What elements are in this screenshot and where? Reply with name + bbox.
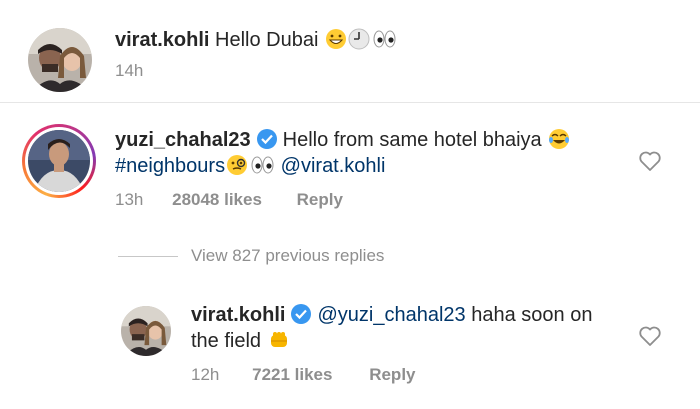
comment-username[interactable]: virat.kohli — [115, 29, 209, 51]
comment-text: Hello Dubai — [215, 29, 319, 51]
comment-2-body-line2: #neighbours @virat.kohli — [115, 153, 385, 183]
reply-timestamp: 12h — [191, 365, 220, 384]
likes-count[interactable]: 28048 likes — [172, 190, 262, 209]
reply-text: the field — [191, 330, 262, 352]
comment-1-meta: 14h — [115, 60, 143, 82]
comment-username[interactable]: yuzi_chahal23 — [115, 129, 251, 151]
avatar-virat-kohli[interactable] — [121, 306, 171, 356]
reply-body-line2: the field — [191, 328, 292, 358]
reply-text: haha soon on — [471, 304, 593, 326]
tears-of-joy-emoji-icon — [548, 128, 570, 157]
reply-button[interactable]: Reply — [369, 365, 415, 384]
hashtag-link[interactable]: #neighbours — [115, 155, 225, 177]
view-previous-replies[interactable]: View 827 previous replies — [191, 245, 384, 267]
reply-username[interactable]: virat.kohli — [191, 304, 285, 326]
reply-meta: 12h 7221 likes Reply — [191, 364, 416, 386]
comment-text: Hello from same hotel bhaiya — [282, 129, 542, 151]
avatar-virat-kohli[interactable] — [28, 28, 92, 92]
clock-emoji-icon — [348, 28, 370, 57]
comment-2-meta: 13h 28048 likes Reply — [115, 189, 343, 211]
monocle-face-emoji-icon — [226, 154, 248, 183]
oncoming-fist-emoji-icon — [268, 329, 292, 358]
eyes-emoji-icon — [249, 154, 275, 183]
comment-1-body: virat.kohli Hello Dubai — [115, 27, 397, 57]
avatar-yuzi-chahal[interactable] — [28, 130, 90, 192]
likes-count[interactable]: 7221 likes — [252, 365, 332, 384]
like-heart-icon[interactable] — [638, 325, 662, 347]
mention-link[interactable]: @yuzi_chahal23 — [317, 304, 465, 326]
reply-button[interactable]: Reply — [297, 190, 343, 209]
mention-link[interactable]: @virat.kohli — [281, 155, 386, 177]
verified-badge-icon — [290, 303, 312, 332]
like-heart-icon[interactable] — [638, 150, 662, 172]
eyes-emoji-icon — [371, 28, 397, 57]
divider — [0, 102, 700, 103]
comment-timestamp: 14h — [115, 61, 144, 80]
replies-divider-line — [118, 256, 178, 257]
comments-screen: virat.kohli Hello Dubai 14h yuzi_chahal2… — [0, 0, 700, 409]
comment-timestamp: 13h — [115, 190, 144, 209]
grinning-face-emoji-icon — [325, 28, 347, 57]
